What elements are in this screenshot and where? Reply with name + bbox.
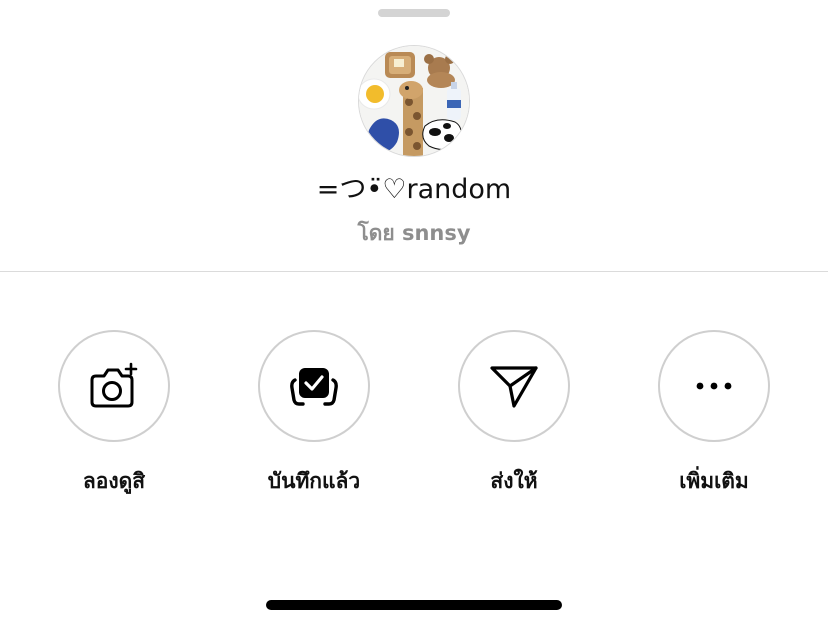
more-button[interactable] [658,330,770,442]
try-it-button[interactable] [58,330,170,442]
collection-title: =つ•̈♡random [316,174,512,205]
try-it-action[interactable]: ลองดูสิ [14,330,214,510]
saved-action[interactable]: บันทึกแล้ว [214,330,414,510]
send-icon [490,366,538,408]
saved-label: บันทึกแล้ว [267,469,361,493]
saved-button[interactable] [258,330,370,442]
divider [0,271,828,272]
collection-thumbnail [358,45,470,157]
try-it-label: ลองดูสิ [82,469,146,493]
send-action[interactable]: ส่งให้ [414,330,614,510]
bottom-sheet: =つ•̈♡random โดย snnsy ลองดูสิ บันทึกแล้ว [0,0,828,626]
send-button[interactable] [458,330,570,442]
more-action[interactable]: เพิ่มเติม [614,330,814,510]
send-label: ส่งให้ [490,469,538,493]
more-label: เพิ่มเติม [679,469,749,493]
sheet-grabber-handle[interactable] [378,9,450,17]
more-dots-icon [696,382,732,390]
collage-image [359,46,469,156]
collection-owner[interactable]: โดย snnsy [0,218,828,248]
home-indicator [266,600,562,610]
camera-plus-icon [90,362,138,408]
saved-check-icon [290,368,338,406]
